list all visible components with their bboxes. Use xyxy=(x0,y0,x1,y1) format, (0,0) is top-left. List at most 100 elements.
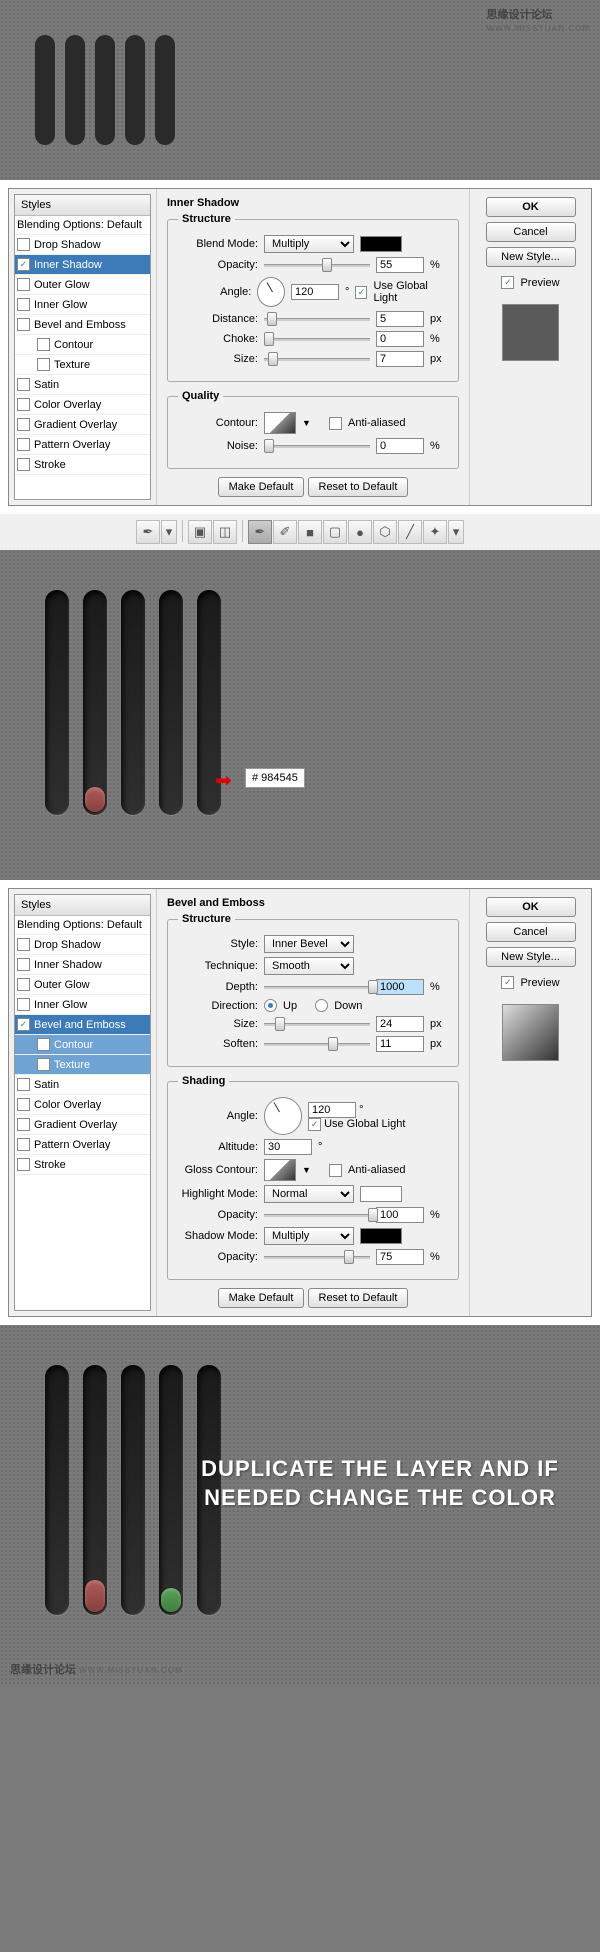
line-icon[interactable]: ╱ xyxy=(398,520,422,544)
style-pattern-overlay[interactable]: Pattern Overlay xyxy=(15,435,150,455)
style-texture[interactable]: Texture xyxy=(15,1055,150,1075)
bevel-size-input[interactable] xyxy=(376,1016,424,1032)
highlight-opacity-input[interactable] xyxy=(376,1207,424,1223)
soften-slider[interactable] xyxy=(264,1037,370,1051)
bars-emboss-preview xyxy=(20,570,580,835)
watermark-sub: WWW.MISSYUAN.COM xyxy=(486,24,590,33)
cancel-button[interactable]: Cancel xyxy=(486,222,576,242)
custom-shape-icon[interactable]: ✦ xyxy=(423,520,447,544)
rounded-rect-icon[interactable]: ▢ xyxy=(323,520,347,544)
style-stroke[interactable]: Stroke xyxy=(15,455,150,475)
blending-options-row[interactable]: Blending Options: Default xyxy=(15,916,150,935)
shadow-color-swatch[interactable] xyxy=(360,236,402,252)
depth-input[interactable] xyxy=(376,979,424,995)
style-inner-glow[interactable]: Inner Glow xyxy=(15,295,150,315)
pen-tool-icon[interactable]: ✒ xyxy=(136,520,160,544)
direction-up-radio[interactable] xyxy=(264,999,277,1012)
make-default-button[interactable]: Make Default xyxy=(218,477,305,497)
shading-angle-input[interactable] xyxy=(308,1102,356,1118)
highlight-opacity-slider[interactable] xyxy=(264,1208,370,1222)
bevel-style-select[interactable]: Inner Bevel xyxy=(264,935,354,953)
new-style-button[interactable]: New Style... xyxy=(486,947,576,967)
reset-default-button[interactable]: Reset to Default xyxy=(308,1288,409,1308)
shadow-color-swatch[interactable] xyxy=(360,1228,402,1244)
reset-default-button[interactable]: Reset to Default xyxy=(308,477,409,497)
depth-slider[interactable] xyxy=(264,980,370,994)
style-inner-shadow[interactable]: ✓Inner Shadow xyxy=(15,255,150,275)
style-drop-shadow[interactable]: Drop Shadow xyxy=(15,235,150,255)
shape-toolbar: ✒ ▾ ▣ ◫ ✒ ✐ ■ ▢ ● ⬡ ╱ ✦ ▾ xyxy=(0,514,600,550)
preview-checkbox[interactable]: ✓ xyxy=(501,276,514,289)
highlight-color-swatch[interactable] xyxy=(360,1186,402,1202)
noise-input[interactable] xyxy=(376,438,424,454)
pen-icon[interactable]: ✒ xyxy=(248,520,272,544)
style-texture[interactable]: Texture xyxy=(15,355,150,375)
altitude-input[interactable] xyxy=(264,1139,312,1155)
noise-slider[interactable] xyxy=(264,439,370,453)
global-light-checkbox[interactable]: ✓ xyxy=(355,286,367,299)
size-slider[interactable] xyxy=(264,352,370,366)
panel-title: Bevel and Emboss xyxy=(167,897,459,909)
style-outer-glow[interactable]: Outer Glow xyxy=(15,275,150,295)
gloss-contour-picker[interactable] xyxy=(264,1159,296,1181)
style-color-overlay[interactable]: Color Overlay xyxy=(15,395,150,415)
freeform-pen-icon[interactable]: ✐ xyxy=(273,520,297,544)
opacity-input[interactable] xyxy=(376,257,424,273)
ok-button[interactable]: OK xyxy=(486,897,576,917)
shading-angle-dial[interactable] xyxy=(264,1097,302,1135)
paths-icon[interactable]: ◫ xyxy=(213,520,237,544)
preview-swatch xyxy=(502,304,559,361)
bevel-technique-select[interactable]: Smooth xyxy=(264,957,354,975)
blending-options-row[interactable]: Blending Options: Default xyxy=(15,216,150,235)
style-satin[interactable]: Satin xyxy=(15,375,150,395)
style-outer-glow[interactable]: Outer Glow xyxy=(15,975,150,995)
angle-dial[interactable] xyxy=(257,277,285,307)
polygon-icon[interactable]: ⬡ xyxy=(373,520,397,544)
highlight-mode-select[interactable]: Normal xyxy=(264,1185,354,1203)
preview-checkbox[interactable]: ✓ xyxy=(501,976,514,989)
antialias-checkbox[interactable] xyxy=(329,417,342,430)
ellipse-icon[interactable]: ● xyxy=(348,520,372,544)
choke-input[interactable] xyxy=(376,331,424,347)
direction-down-radio[interactable] xyxy=(315,999,328,1012)
style-contour[interactable]: Contour xyxy=(15,1035,150,1055)
blend-mode-select[interactable]: Multiply xyxy=(264,235,354,253)
new-style-button[interactable]: New Style... xyxy=(486,247,576,267)
style-satin[interactable]: Satin xyxy=(15,1075,150,1095)
style-bevel-emboss[interactable]: Bevel and Emboss xyxy=(15,315,150,335)
shadow-opacity-input[interactable] xyxy=(376,1249,424,1265)
make-default-button[interactable]: Make Default xyxy=(218,1288,305,1308)
rectangle-icon[interactable]: ■ xyxy=(298,520,322,544)
contour-picker[interactable] xyxy=(264,412,296,434)
global-light-checkbox[interactable]: ✓ xyxy=(308,1118,321,1131)
shape-layers-icon[interactable]: ▣ xyxy=(188,520,212,544)
distance-slider[interactable] xyxy=(264,312,370,326)
shadow-opacity-slider[interactable] xyxy=(264,1250,370,1264)
bars-preview xyxy=(20,20,580,160)
watermark-title: 思缘设计论坛 xyxy=(486,9,552,21)
cancel-button[interactable]: Cancel xyxy=(486,922,576,942)
choke-slider[interactable] xyxy=(264,332,370,346)
panel-title: Inner Shadow xyxy=(167,197,459,209)
style-color-overlay[interactable]: Color Overlay xyxy=(15,1095,150,1115)
size-input[interactable] xyxy=(376,351,424,367)
gloss-antialias-checkbox[interactable] xyxy=(329,1164,342,1177)
style-pattern-overlay[interactable]: Pattern Overlay xyxy=(15,1135,150,1155)
style-gradient-overlay[interactable]: Gradient Overlay xyxy=(15,1115,150,1135)
angle-input[interactable] xyxy=(291,284,339,300)
style-inner-glow[interactable]: Inner Glow xyxy=(15,995,150,1015)
style-drop-shadow[interactable]: Drop Shadow xyxy=(15,935,150,955)
distance-input[interactable] xyxy=(376,311,424,327)
style-stroke[interactable]: Stroke xyxy=(15,1155,150,1175)
bevel-size-slider[interactable] xyxy=(264,1017,370,1031)
styles-header: Styles xyxy=(15,895,150,916)
shadow-mode-select[interactable]: Multiply xyxy=(264,1227,354,1245)
style-gradient-overlay[interactable]: Gradient Overlay xyxy=(15,415,150,435)
style-contour[interactable]: Contour xyxy=(15,335,150,355)
style-bevel-emboss[interactable]: ✓Bevel and Emboss xyxy=(15,1015,150,1035)
preview-swatch xyxy=(502,1004,559,1061)
ok-button[interactable]: OK xyxy=(486,197,576,217)
opacity-slider[interactable] xyxy=(264,258,370,272)
soften-input[interactable] xyxy=(376,1036,424,1052)
style-inner-shadow[interactable]: Inner Shadow xyxy=(15,955,150,975)
